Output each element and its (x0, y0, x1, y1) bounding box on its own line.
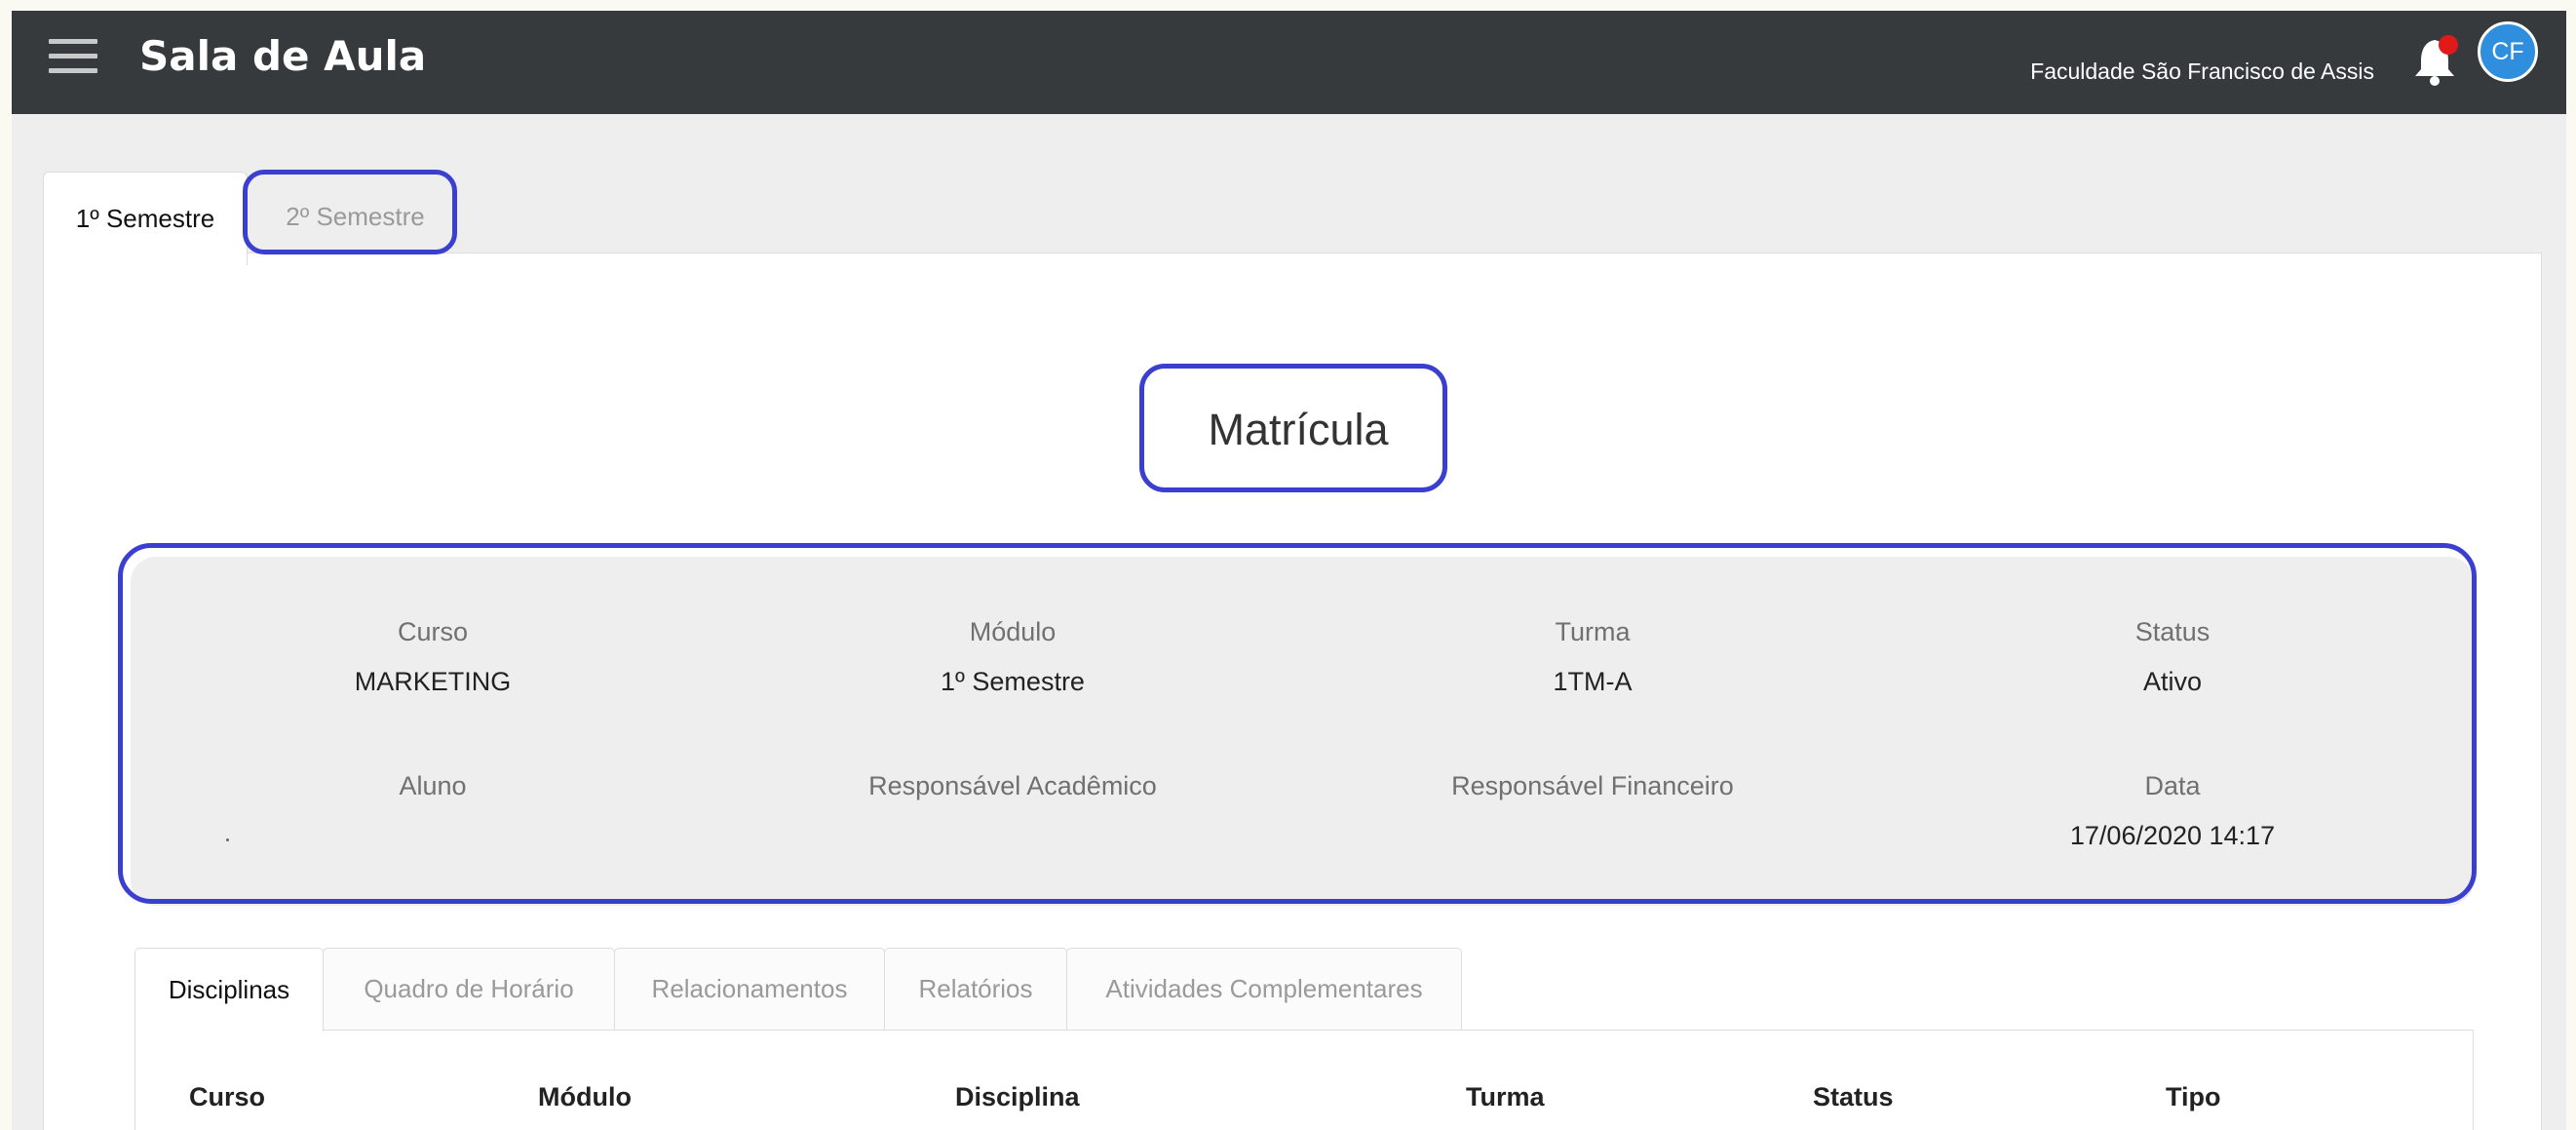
tab-relacionamentos[interactable]: Relacionamentos (614, 948, 885, 1031)
column-header-status[interactable]: Status (1813, 1082, 1894, 1112)
column-header-disciplina[interactable]: Disciplina (955, 1082, 1080, 1112)
column-header-curso[interactable]: Curso (189, 1082, 265, 1112)
academic-responsible-field: Responsável Acadêmico (720, 771, 1305, 821)
top-bar: Sala de Aula Faculdade São Francisco de … (12, 11, 2566, 114)
class-field: Turma 1TM-A (1300, 617, 1885, 697)
course-label: Curso (397, 617, 469, 646)
course-value: MARKETING (354, 667, 512, 696)
course-field: Curso MARKETING (140, 617, 725, 697)
tab-first-semester[interactable]: 1º Semestre (43, 172, 248, 265)
class-value: 1TM-A (1553, 667, 1633, 696)
date-label: Data (2144, 771, 2201, 800)
section-title: Matrícula (1208, 405, 1389, 454)
module-field: Módulo 1º Semestre (720, 617, 1305, 697)
enrollment-info-box: Curso MARKETING Módulo 1º Semestre Turma… (131, 557, 2474, 906)
disciplines-table-header: Curso Módulo Disciplina Turma Status Tip… (175, 1069, 2435, 1130)
user-avatar[interactable]: CF (2478, 21, 2538, 82)
module-value: 1º Semestre (941, 667, 1085, 696)
module-label: Módulo (969, 617, 1057, 646)
student-value-dot (226, 838, 229, 841)
academic-responsible-label: Responsável Acadêmico (868, 771, 1157, 800)
institution-name: Faculdade São Francisco de Assis (2030, 58, 2374, 84)
notification-bell-icon[interactable] (2408, 30, 2467, 91)
column-header-modulo[interactable]: Módulo (538, 1082, 632, 1112)
hamburger-menu-icon[interactable] (49, 39, 97, 78)
status-field: Status Ativo (1880, 617, 2465, 697)
tab-second-semester[interactable]: 2º Semestre (246, 172, 465, 262)
date-value: 17/06/2020 14:17 (2069, 821, 2276, 850)
column-header-turma[interactable]: Turma (1466, 1082, 1545, 1112)
financial-responsible-label: Responsável Financeiro (1451, 771, 1734, 800)
date-field: Data 17/06/2020 14:17 (1880, 771, 2465, 851)
app-window: Sala de Aula Faculdade São Francisco de … (12, 11, 2566, 1130)
tab-quadro-de-horario[interactable]: Quadro de Horário (323, 948, 615, 1031)
tab-relatorios[interactable]: Relatórios (884, 948, 1067, 1031)
status-label: Status (2134, 617, 2211, 646)
app-title: Sala de Aula (139, 32, 427, 80)
column-header-tipo[interactable]: Tipo (2166, 1082, 2221, 1112)
financial-responsible-field: Responsável Financeiro (1300, 771, 1885, 821)
tab-disciplinas[interactable]: Disciplinas (135, 948, 324, 1032)
status-value: Ativo (2142, 667, 2203, 696)
student-field: Aluno (140, 771, 725, 821)
class-label: Turma (1555, 617, 1631, 646)
student-label: Aluno (399, 771, 467, 800)
tab-atividades-complementares[interactable]: Atividades Complementares (1066, 948, 1462, 1031)
